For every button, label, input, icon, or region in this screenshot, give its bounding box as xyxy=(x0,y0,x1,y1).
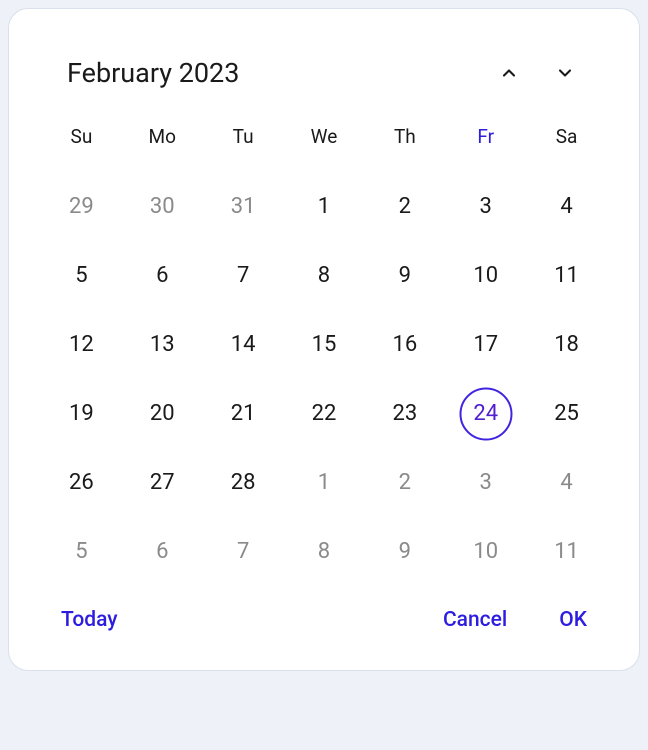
day-cell[interactable]: 2 xyxy=(364,180,445,233)
day-cell[interactable]: 18 xyxy=(526,318,607,371)
weekday-header: Th xyxy=(364,117,445,164)
month-nav xyxy=(493,57,581,89)
calendar-header: February 2023 xyxy=(41,57,607,89)
day-cell[interactable]: 30 xyxy=(122,180,203,233)
day-cell[interactable]: 19 xyxy=(41,387,122,440)
day-cell[interactable]: 23 xyxy=(364,387,445,440)
day-cell[interactable]: 10 xyxy=(445,525,526,578)
day-cell[interactable]: 31 xyxy=(203,180,284,233)
weekday-header: Fr xyxy=(445,117,526,164)
month-year-title[interactable]: February 2023 xyxy=(67,57,239,89)
day-cell[interactable]: 2 xyxy=(364,456,445,509)
day-cell[interactable]: 7 xyxy=(203,525,284,578)
day-cell[interactable]: 22 xyxy=(284,387,365,440)
day-cell[interactable]: 16 xyxy=(364,318,445,371)
today-button[interactable]: Today xyxy=(53,602,126,638)
day-cell[interactable]: 25 xyxy=(526,387,607,440)
cancel-button[interactable]: Cancel xyxy=(435,602,515,638)
day-cell[interactable]: 20 xyxy=(122,387,203,440)
prev-month-button[interactable] xyxy=(493,57,525,89)
day-cell[interactable]: 29 xyxy=(41,180,122,233)
day-cell[interactable]: 9 xyxy=(364,525,445,578)
day-cell[interactable]: 17 xyxy=(445,318,526,371)
day-cell[interactable]: 3 xyxy=(445,456,526,509)
day-cell[interactable]: 13 xyxy=(122,318,203,371)
day-cell[interactable]: 8 xyxy=(284,525,365,578)
today-ring xyxy=(459,387,512,440)
day-cell[interactable]: 1 xyxy=(284,180,365,233)
weekday-header: Mo xyxy=(122,117,203,164)
day-cell[interactable]: 11 xyxy=(526,525,607,578)
day-cell[interactable]: 26 xyxy=(41,456,122,509)
weekday-header: Su xyxy=(41,117,122,164)
next-month-button[interactable] xyxy=(549,57,581,89)
day-cell[interactable]: 9 xyxy=(364,249,445,302)
day-cell[interactable]: 3 xyxy=(445,180,526,233)
day-cell[interactable]: 12 xyxy=(41,318,122,371)
day-cell[interactable]: 4 xyxy=(526,456,607,509)
day-cell[interactable]: 5 xyxy=(41,525,122,578)
chevron-down-icon xyxy=(555,63,575,83)
day-cell[interactable]: 21 xyxy=(203,387,284,440)
calendar-card: February 2023 SuMoTuWeThFrSa293031123456… xyxy=(8,8,640,671)
day-cell[interactable]: 11 xyxy=(526,249,607,302)
day-cell[interactable]: 5 xyxy=(41,249,122,302)
day-cell[interactable]: 4 xyxy=(526,180,607,233)
weekday-header: Tu xyxy=(203,117,284,164)
day-cell[interactable]: 27 xyxy=(122,456,203,509)
calendar-grid: SuMoTuWeThFrSa29303112345678910111213141… xyxy=(41,117,607,578)
day-cell[interactable]: 1 xyxy=(284,456,365,509)
calendar-footer: Today Cancel OK xyxy=(41,578,607,638)
weekday-header: We xyxy=(284,117,365,164)
day-cell[interactable]: 6 xyxy=(122,525,203,578)
chevron-up-icon xyxy=(499,63,519,83)
day-cell[interactable]: 8 xyxy=(284,249,365,302)
weekday-header: Sa xyxy=(526,117,607,164)
day-cell[interactable]: 6 xyxy=(122,249,203,302)
day-cell[interactable]: 10 xyxy=(445,249,526,302)
day-cell[interactable]: 28 xyxy=(203,456,284,509)
ok-button[interactable]: OK xyxy=(551,602,595,638)
day-cell[interactable]: 24 xyxy=(445,387,526,440)
day-cell[interactable]: 14 xyxy=(203,318,284,371)
day-cell[interactable]: 7 xyxy=(203,249,284,302)
day-cell[interactable]: 15 xyxy=(284,318,365,371)
